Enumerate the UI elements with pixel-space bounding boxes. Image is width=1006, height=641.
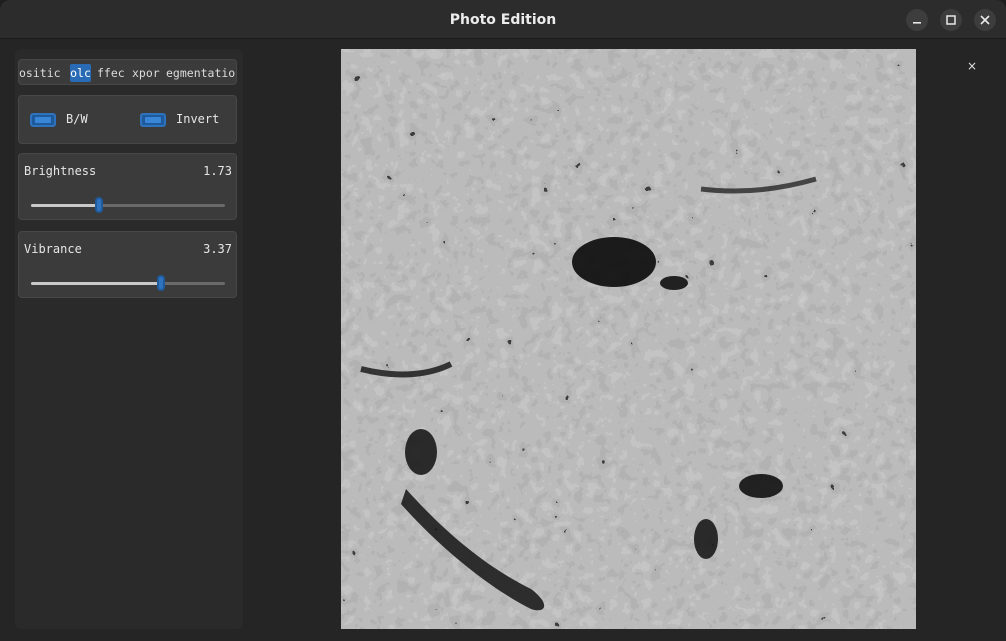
vibrance-slider-thumb[interactable] [156,275,165,291]
tab-export[interactable]: xpor [132,64,160,82]
brightness-label: Brightness [24,164,97,178]
canvas-close-button[interactable]: × [964,58,980,74]
brightness-slider-fill [31,204,99,207]
tab-segmentation[interactable]: egmentatio [166,64,236,82]
close-button[interactable] [974,9,996,31]
minimize-icon [913,22,921,24]
maximize-button[interactable] [940,9,962,31]
close-icon [980,15,990,25]
toggle-group: B/W Invert [18,95,237,144]
maximize-icon [946,15,956,25]
textured-image [341,49,916,629]
invert-toggle[interactable] [140,113,166,127]
bw-label: B/W [66,112,88,126]
tab-effects[interactable]: ffec [97,64,125,82]
app-window: Photo Edition ositic olc ffec xpor egmen… [0,0,1006,641]
vibrance-value: 3.37 [203,242,232,256]
title-bar[interactable]: Photo Edition [0,0,1006,39]
vibrance-group: Vibrance 3.37 [18,231,237,298]
tab-position[interactable]: ositic [19,64,64,82]
vibrance-slider-fill [31,282,161,285]
tab-bar: ositic olc ffec xpor egmentatio [18,59,237,85]
brightness-group: Brightness 1.73 [18,153,237,220]
vibrance-label: Vibrance [24,242,82,256]
brightness-slider[interactable] [31,197,225,213]
brightness-slider-thumb[interactable] [94,197,103,213]
window-title: Photo Edition [449,12,557,28]
minimize-button[interactable] [906,9,928,31]
tab-color[interactable]: olc [70,64,91,82]
bw-toggle[interactable] [30,113,56,127]
image-canvas[interactable] [341,49,916,629]
invert-label: Invert [176,112,220,126]
vibrance-slider[interactable] [31,275,225,291]
brightness-value: 1.73 [203,164,232,178]
